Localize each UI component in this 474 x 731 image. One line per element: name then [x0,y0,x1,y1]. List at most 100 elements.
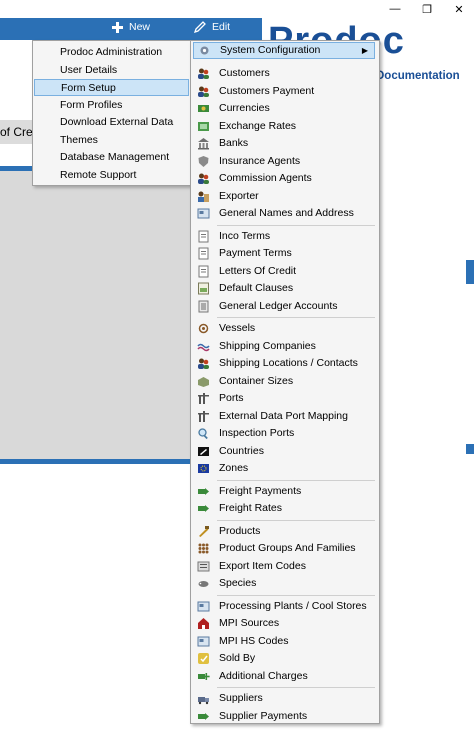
menu-item-form-setup[interactable]: Form Setup [34,79,189,96]
menu-item-payment-terms[interactable]: Payment Terms [193,245,375,262]
menu-item-shipping-locations-contacts[interactable]: Shipping Locations / Contacts [193,355,375,372]
menu-item-letters-of-credit[interactable]: Letters Of Credit [193,263,375,280]
menu-item-insurance-agents[interactable]: Insurance Agents [193,153,375,170]
menu-item-prodoc-administration[interactable]: Prodoc Administration [34,44,189,61]
menu-item-banks[interactable]: Banks [193,135,375,152]
edit-label: Edit [212,21,231,33]
menu-item-label: Export Item Codes [219,559,306,572]
menu-item-inspection-ports[interactable]: Inspection Ports [193,425,375,442]
menu-item-label: Sold By [219,652,256,664]
close-button[interactable]: ✕ [444,0,474,18]
menu-item-label: Shipping Companies [219,339,316,352]
menu-item-sold-by[interactable]: Sold By [193,650,375,667]
restore-button[interactable]: ❐ [412,0,442,18]
menu-item-countries[interactable]: Countries [193,443,375,460]
menu-item-currencies[interactable]: Currencies [193,100,375,117]
menu-item-products[interactable]: Products [193,523,375,540]
menu-item-ports[interactable]: Ports [193,390,375,407]
menu-item-label: Freight Rates [219,502,283,514]
barn-icon [198,618,209,629]
menu-separator [217,594,375,596]
menu-item-mpi-sources[interactable]: MPI Sources [193,615,375,632]
species-icon [198,581,209,587]
menu-item-label: Countries [219,444,264,457]
logo-subtitle: Documentation [376,70,460,82]
menu-item-general-names-and-address[interactable]: General Names and Address [193,205,375,222]
menu-item-general-ledger-accounts[interactable]: General Ledger Accounts [193,298,375,315]
menu-item-default-clauses[interactable]: Default Clauses [193,280,375,297]
vessel-icon [198,323,209,334]
menu-item-download-external-data[interactable]: Download External Data [34,114,189,131]
menu-item-vessels[interactable]: Vessels [193,320,375,337]
menu-item-label: Currencies [219,102,270,114]
card-icon [197,636,210,646]
document-icon [198,265,209,277]
charges-icon [198,672,210,680]
menu-item-suppliers[interactable]: Suppliers [193,690,375,707]
menu-item-label: System Configuration [220,44,321,56]
menu-item-label: Vessels [219,322,256,334]
menu-item-label: Letters Of Credit [219,264,297,277]
menu-separator [217,687,375,688]
menu-item-commission-agents[interactable]: Commission Agents [193,170,375,187]
menu-item-supplier-payments[interactable]: Supplier Payments [193,708,375,725]
people-icon [198,358,209,369]
menu-item-customers[interactable]: Customers [193,65,375,82]
menu-item-shipping-companies[interactable]: Shipping Companies [193,338,375,355]
menu-item-label: Default Clauses [219,282,294,294]
sold-icon [198,653,209,664]
menu-item-zones[interactable]: Zones [193,460,375,477]
menu-item-label: Database Management [60,151,170,163]
menu-item-themes[interactable]: Themes [34,132,189,149]
menu-item-user-details[interactable]: User Details [34,62,189,79]
menu-item-product-groups-and-families[interactable]: Product Groups And Families [193,540,375,557]
minimize-button[interactable]: — [380,0,410,18]
menu-item-label: Ports [219,392,244,404]
menu-item-label: Customers [219,67,270,79]
menu-item-label: MPI HS Codes [219,634,289,647]
menu-separator [217,479,375,481]
menu-item-label: MPI Sources [219,617,280,629]
menu-item-mpi-hs-codes[interactable]: MPI HS Codes [193,633,375,650]
menu-item-exchange-rates[interactable]: Exchange Rates [193,118,375,135]
menu-item-system-configuration[interactable]: System Configuration ▶ [193,42,375,59]
menu-item-label: User Details [60,63,118,76]
menu-item-species[interactable]: Species [193,575,375,592]
menu-item-label: Form Profiles [60,98,123,111]
menu-item-label: Processing Plants / Cool Stores [219,599,367,612]
menu-item-customers-payment[interactable]: Customers Payment [193,83,375,100]
new-button[interactable]: New [112,21,150,33]
menu-separator [217,224,375,226]
menu-item-form-profiles[interactable]: Form Profiles [34,97,189,114]
currency-icon [198,105,209,112]
bank-icon [198,138,209,150]
menu-item-container-sizes[interactable]: Container Sizes [193,373,375,390]
codes-icon [197,561,210,571]
people-icon [198,173,209,184]
menu-item-exporter[interactable]: Exporter [193,188,375,205]
menu-item-freight-payments[interactable]: Freight Payments [193,483,375,500]
toolbar: New Edit [0,18,262,40]
menu-item-processing-plants-cool-stores[interactable]: Processing Plants / Cool Stores [193,598,375,615]
menu-item-label: Remote Support [60,168,137,181]
menu-item-database-management[interactable]: Database Management [34,149,189,166]
freight-icon [198,712,209,720]
eu-flag-icon [198,464,209,473]
menu-item-label: General Names and Address [219,207,354,219]
menu-item-external-data-port-mapping[interactable]: External Data Port Mapping [193,408,375,425]
document-icon [198,247,209,260]
people-icon [198,68,209,79]
background-panel [0,166,200,464]
window-titlebar: — ❐ ✕ [0,0,474,18]
menu-item-remote-support[interactable]: Remote Support [34,167,189,184]
menu-item-label: Suppliers [219,692,263,704]
menu-item-label: Exchange Rates [219,119,297,132]
document-icon [198,230,209,242]
container-icon [198,376,209,387]
menu-item-inco-terms[interactable]: Inco Terms [193,228,375,245]
menu-item-export-item-codes[interactable]: Export Item Codes [193,558,375,575]
menu-item-additional-charges[interactable]: Additional Charges [193,668,375,685]
edit-button[interactable]: Edit [194,21,230,33]
menu-item-freight-rates[interactable]: Freight Rates [193,500,375,517]
menu-item-label: Customers Payment [219,84,315,97]
